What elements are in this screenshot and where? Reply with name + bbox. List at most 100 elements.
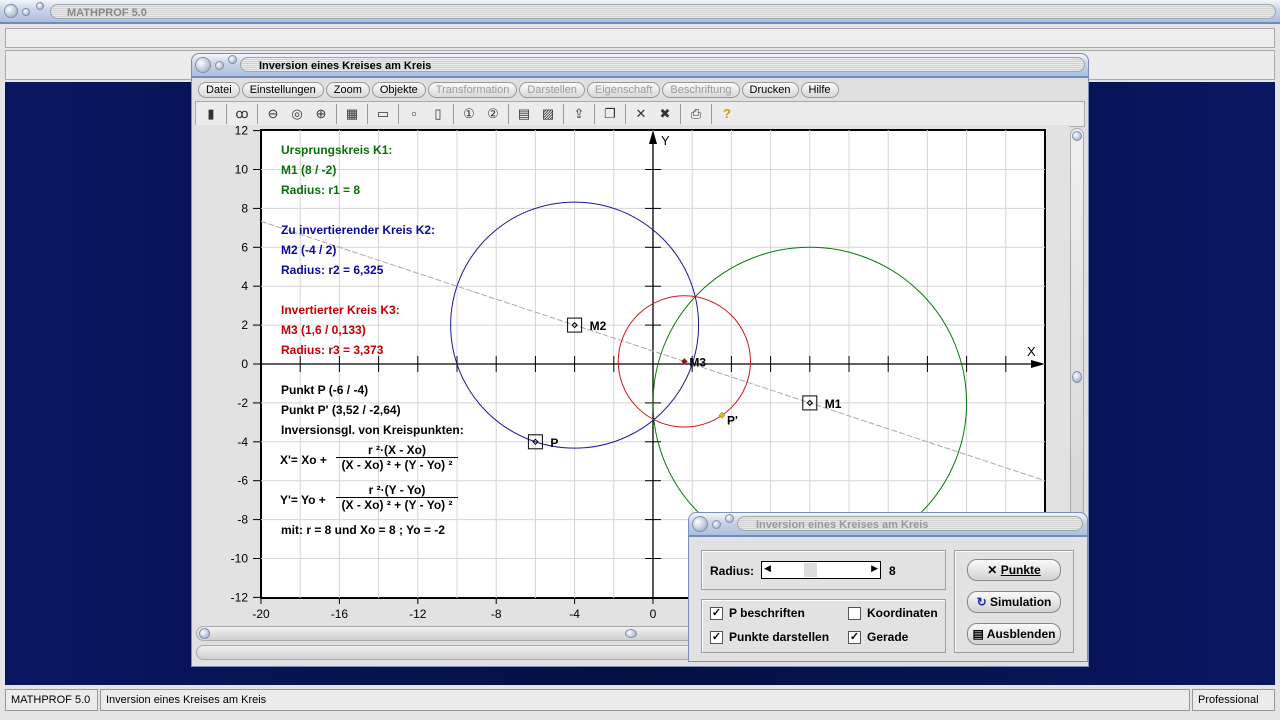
layout-icon[interactable]: ▭ [374, 105, 392, 123]
status-document: Inversion eines Kreises am Kreis [100, 689, 1190, 711]
menu-bar: Datei Einstellungen Zoom Objekte Transformat… [192, 79, 1088, 101]
x-axis-label: X [1027, 344, 1036, 359]
toolbar-separator [257, 104, 258, 124]
print-icon[interactable]: ⎙ [687, 105, 705, 123]
y-tick-label: 8 [241, 201, 248, 215]
copy-icon[interactable]: ❐ [601, 105, 619, 123]
button-label: Simulation [990, 595, 1052, 609]
maximize-icon[interactable] [36, 2, 44, 10]
y-tick-label: -4 [237, 435, 248, 449]
window-title: Inversion eines Kreises am Kreis [259, 60, 432, 72]
menu-einstellungen[interactable]: Einstellungen [241, 82, 324, 98]
toolbar-separator [398, 104, 399, 124]
x-equation-fraction: r ²·(X - Xo) (X - Xo) ² + (Y - Yo) ² [336, 443, 458, 472]
x-tick-label: 0 [650, 607, 657, 621]
maximize-icon[interactable] [725, 514, 734, 523]
menu-objekte[interactable]: Objekte [371, 82, 426, 98]
radius-slider[interactable]: ◀ ▶ [761, 561, 881, 579]
y-numerator: r ²·(Y - Yo) [336, 483, 458, 498]
scroll-thumb[interactable] [1072, 371, 1082, 383]
slider-thumb[interactable] [804, 563, 817, 577]
checkbox-label: Gerade [867, 630, 909, 644]
cross-icon[interactable]: ✕ [632, 105, 650, 123]
k3-center: M3 (1,6 / 0,133) [281, 323, 366, 337]
point-label-p: P [550, 436, 558, 450]
y-equation-fraction: r ²·(Y - Yo) (X - Xo) ² + (Y - Yo) ² [336, 483, 458, 512]
menu-drucken[interactable]: Drucken [741, 82, 799, 98]
cross-double-icon[interactable]: ✖ [656, 105, 674, 123]
table-icon[interactable]: ▤ [515, 105, 533, 123]
x-denominator: (X - Xo) ² + (Y - Yo) ² [341, 458, 453, 472]
menu-hilfe[interactable]: Hilfe [800, 82, 839, 98]
checkbox-box[interactable] [848, 606, 861, 620]
x-tick-label: -20 [252, 607, 270, 621]
k1-radius: Radius: r1 = 8 [281, 183, 361, 197]
menu-zoom[interactable]: Zoom [325, 82, 370, 98]
x-tick-label: -12 [409, 607, 427, 621]
y-denominator: (X - Xo) ² + (Y - Yo) ² [341, 498, 453, 512]
toolbar-separator [563, 104, 564, 124]
gerade-checkbox[interactable]: ✓ Gerade [848, 630, 908, 644]
p-beschriften-checkbox[interactable]: ✓ P beschriften [710, 606, 805, 620]
export-icon[interactable]: ⇪ [570, 105, 588, 123]
x-equation-lhs: X'= Xo + [280, 453, 327, 467]
y-tick-label: 4 [241, 279, 248, 293]
parameters-text: mit: r = 8 und Xo = 8 ; Yo = -2 [281, 523, 445, 537]
x-tick-label: -8 [491, 607, 502, 621]
point-p-coords: Punkt P (-6 / -4) [281, 383, 369, 397]
point-label-p-prime: P' [727, 413, 738, 427]
circle-1-icon[interactable]: ① [460, 105, 478, 123]
simulation-button[interactable]: ↻ Simulation [967, 591, 1061, 613]
double-icon[interactable]: ▯ [429, 105, 447, 123]
app-title-bar: MATHPROF 5.0 [0, 0, 1280, 24]
menu-datei[interactable]: Datei [198, 82, 240, 98]
maximize-icon[interactable] [228, 55, 237, 64]
punkte-button[interactable]: ✕ Punkte [967, 559, 1061, 581]
scroll-thumb[interactable] [625, 629, 637, 638]
toolbar-separator [625, 104, 626, 124]
y-tick-label: -8 [237, 513, 248, 527]
toolbar-separator [711, 104, 712, 124]
y-tick-label: -2 [237, 396, 248, 410]
status-app: MATHPROF 5.0 [5, 689, 98, 711]
minimize-icon[interactable] [22, 8, 30, 16]
minimize-icon[interactable] [712, 520, 721, 529]
zoom-out-icon[interactable]: ⊖ [264, 105, 282, 123]
help-icon[interactable]: ? [718, 105, 736, 123]
status-edition: Professional [1192, 689, 1275, 711]
menu-transformation: Transformation [427, 82, 518, 98]
app-menubar [5, 28, 1275, 48]
checkbox-box[interactable]: ✓ [710, 630, 723, 644]
menu-eigenschaft: Eigenschaft [586, 82, 661, 98]
k1-title: Ursprungskreis K1: [281, 143, 393, 157]
toolbar-separator [508, 104, 509, 124]
y-tick-label: 2 [241, 318, 248, 332]
y-tick-label: 12 [235, 125, 249, 138]
toolbar-separator [336, 104, 337, 124]
punkte-darstellen-checkbox[interactable]: ✓ Punkte darstellen [710, 630, 829, 644]
checkbox-box[interactable]: ✓ [848, 630, 861, 644]
y-equation-lhs: Y'= Yo + [280, 493, 326, 507]
toolbar-separator [453, 104, 454, 124]
circle-2-icon[interactable]: ② [484, 105, 502, 123]
zoom-reset-icon[interactable]: ◎ [288, 105, 306, 123]
zoom-in-icon[interactable]: ⊕ [312, 105, 330, 123]
close-icon[interactable] [692, 516, 708, 532]
scroll-left-icon[interactable] [199, 628, 210, 639]
document-icon[interactable]: ▨ [539, 105, 557, 123]
close-icon[interactable] [4, 4, 18, 18]
point-p-prime-coords: Punkt P' (3,52 / -2,64) [281, 403, 401, 417]
k2-center: M2 (-4 / 2) [281, 243, 337, 257]
close-icon[interactable] [195, 57, 211, 73]
checkbox-box[interactable]: ✓ [710, 606, 723, 620]
glasses-icon[interactable]: ꝏ [233, 105, 251, 123]
single-icon[interactable]: ▫ [405, 105, 423, 123]
window-icon[interactable]: ▮ [202, 105, 220, 123]
ausblenden-button[interactable]: ▤ Ausblenden [967, 623, 1061, 645]
slider-right-arrow-icon[interactable]: ▶ [871, 563, 878, 574]
scroll-up-icon[interactable] [1072, 131, 1082, 141]
properties-icon[interactable]: ▦ [343, 105, 361, 123]
slider-left-arrow-icon[interactable]: ◀ [764, 563, 771, 574]
minimize-icon[interactable] [215, 61, 224, 70]
koordinaten-checkbox[interactable]: Koordinaten [848, 606, 938, 620]
